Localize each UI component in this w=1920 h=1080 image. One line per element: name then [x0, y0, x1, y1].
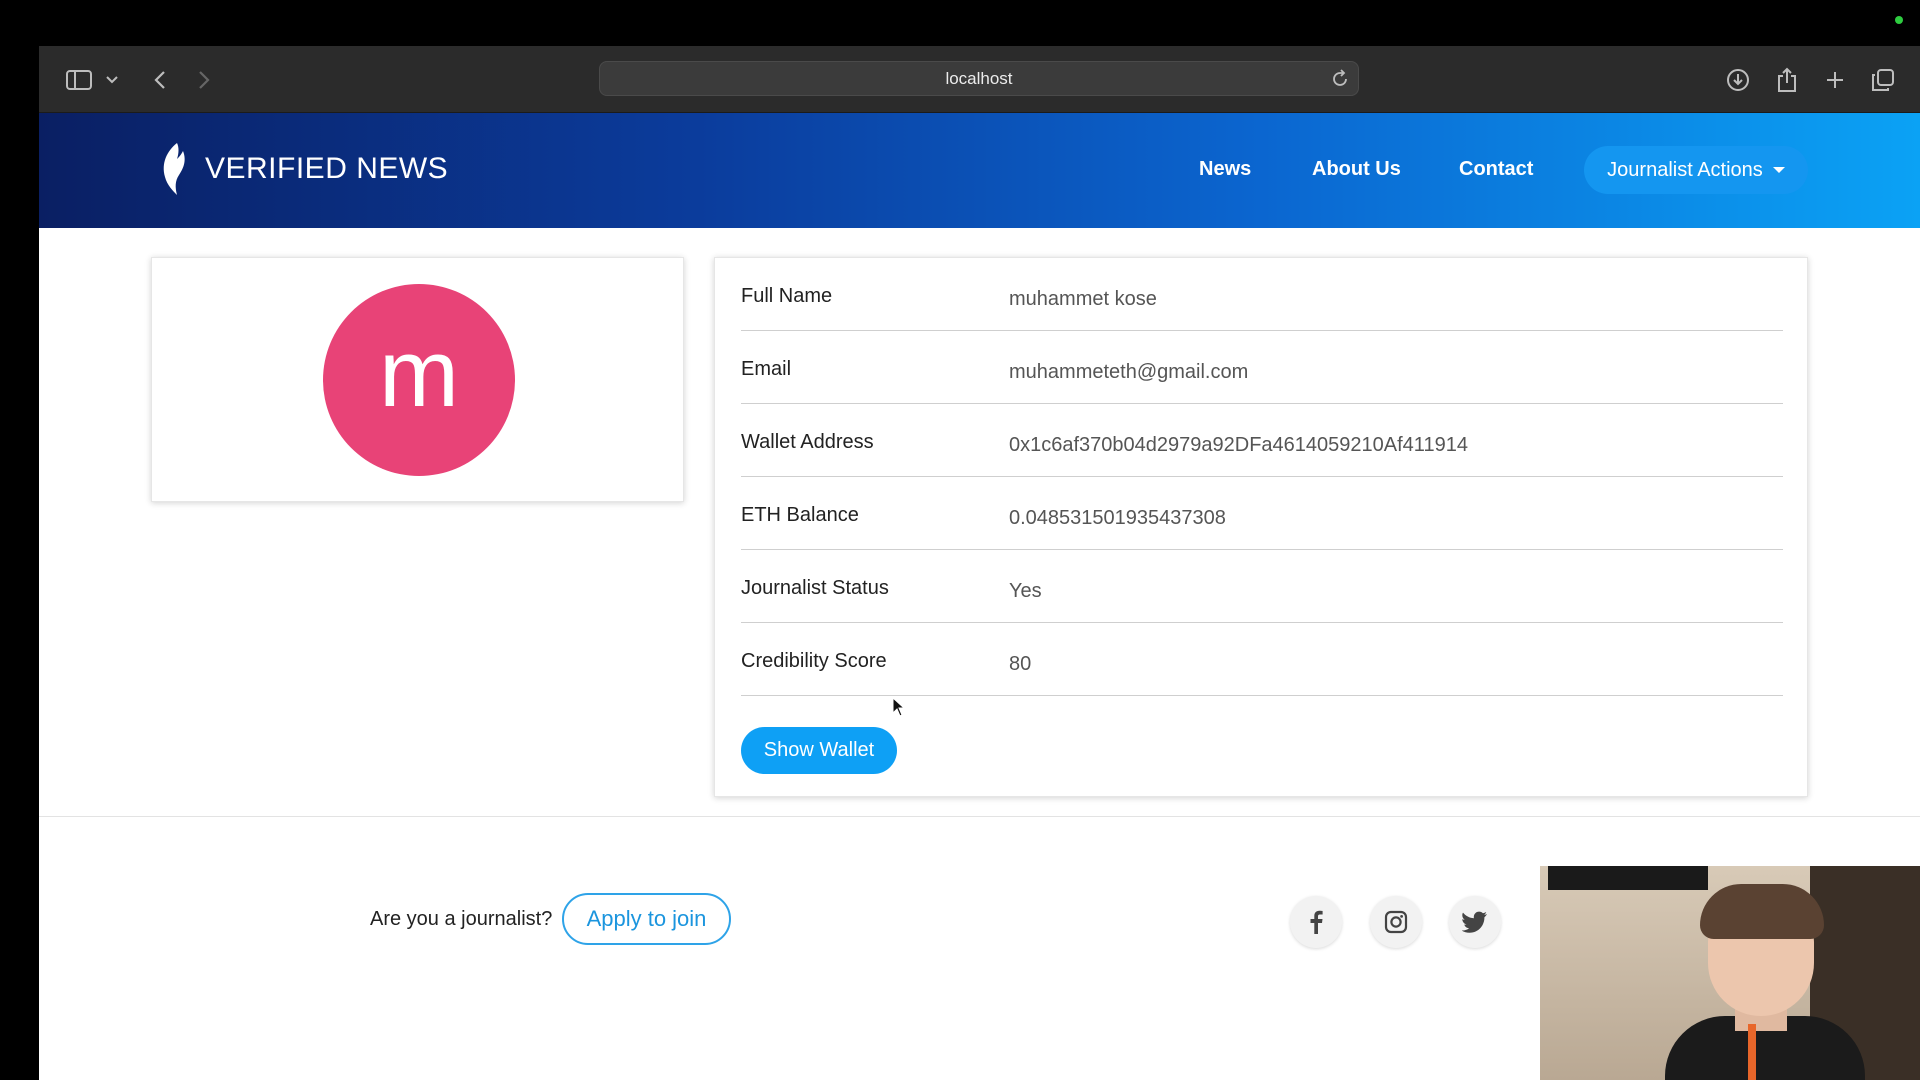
caret-down-icon: [1772, 167, 1785, 173]
journalist-actions-dropdown[interactable]: Journalist Actions: [1584, 146, 1808, 194]
webcam-overlay: [1540, 866, 1920, 1080]
nav-news[interactable]: News: [1199, 158, 1251, 181]
back-icon[interactable]: [145, 46, 175, 113]
detail-row-journalist-status: Journalist Status Yes: [741, 550, 1783, 623]
reload-icon[interactable]: [1330, 69, 1350, 94]
apply-to-join-button[interactable]: Apply to join: [562, 893, 731, 945]
detail-value: muhammet kose: [1009, 288, 1157, 310]
instagram-icon[interactable]: [1370, 896, 1422, 948]
screen: localhost VERIFIED NEWS News About Us Co…: [0, 0, 1920, 1080]
address-bar[interactable]: localhost: [599, 61, 1359, 96]
detail-value: 80: [1009, 653, 1032, 675]
webcam-lanyard: [1748, 1024, 1756, 1080]
detail-label: Wallet Address: [741, 431, 874, 453]
profile-details-card: Full Name muhammet kose Email muhammetet…: [714, 257, 1808, 797]
feather-logo-icon: [163, 143, 185, 195]
camera-indicator-dot: [1895, 16, 1903, 24]
download-icon[interactable]: [1720, 46, 1756, 113]
nav-contact[interactable]: Contact: [1459, 158, 1533, 181]
nav-about-us[interactable]: About Us: [1312, 158, 1401, 181]
twitter-icon[interactable]: [1449, 896, 1501, 948]
detail-label: Full Name: [741, 285, 833, 307]
detail-value: 0x1c6af370b04d2979a92DFa4614059210Af4119…: [1009, 434, 1468, 456]
footer-divider: [39, 816, 1920, 817]
detail-row-eth-balance: ETH Balance 0.048531501935437308: [741, 477, 1783, 550]
detail-row-credibility-score: Credibility Score 80: [741, 623, 1783, 696]
avatar: m: [323, 284, 515, 476]
detail-value: Yes: [1009, 580, 1042, 602]
webcam-lamp: [1548, 866, 1708, 890]
avatar-card: m: [151, 257, 684, 502]
show-wallet-button[interactable]: Show Wallet: [741, 727, 897, 774]
footer-question: Are you a journalist?: [370, 908, 553, 930]
mouse-cursor-icon: [892, 696, 906, 722]
share-icon[interactable]: [1769, 46, 1805, 113]
detail-label: Credibility Score: [741, 650, 887, 672]
detail-label: Journalist Status: [741, 577, 889, 599]
chevron-down-icon[interactable]: [101, 46, 123, 113]
site-header: VERIFIED NEWS News About Us Contact Jour…: [39, 113, 1920, 228]
facebook-icon[interactable]: [1290, 896, 1342, 948]
webcam-person-hair: [1700, 884, 1824, 939]
detail-label: ETH Balance: [741, 504, 859, 526]
browser-toolbar: localhost: [39, 46, 1920, 113]
detail-row-email: Email muhammeteth@gmail.com: [741, 331, 1783, 404]
detail-label: Email: [741, 358, 792, 380]
url-text: localhost: [945, 69, 1013, 88]
sidebar-toggle-icon[interactable]: [59, 46, 99, 113]
journalist-actions-label: Journalist Actions: [1607, 158, 1763, 181]
forward-icon[interactable]: [189, 46, 219, 113]
detail-row-full-name: Full Name muhammet kose: [741, 258, 1783, 331]
detail-value: muhammeteth@gmail.com: [1009, 361, 1249, 383]
brand[interactable]: VERIFIED NEWS: [157, 141, 448, 197]
new-tab-icon[interactable]: [1817, 46, 1853, 113]
tab-overview-icon[interactable]: [1865, 46, 1901, 113]
detail-row-wallet-address: Wallet Address 0x1c6af370b04d2979a92DFa4…: [741, 404, 1783, 477]
brand-name: VERIFIED NEWS: [205, 152, 449, 185]
detail-value: 0.048531501935437308: [1009, 507, 1226, 529]
